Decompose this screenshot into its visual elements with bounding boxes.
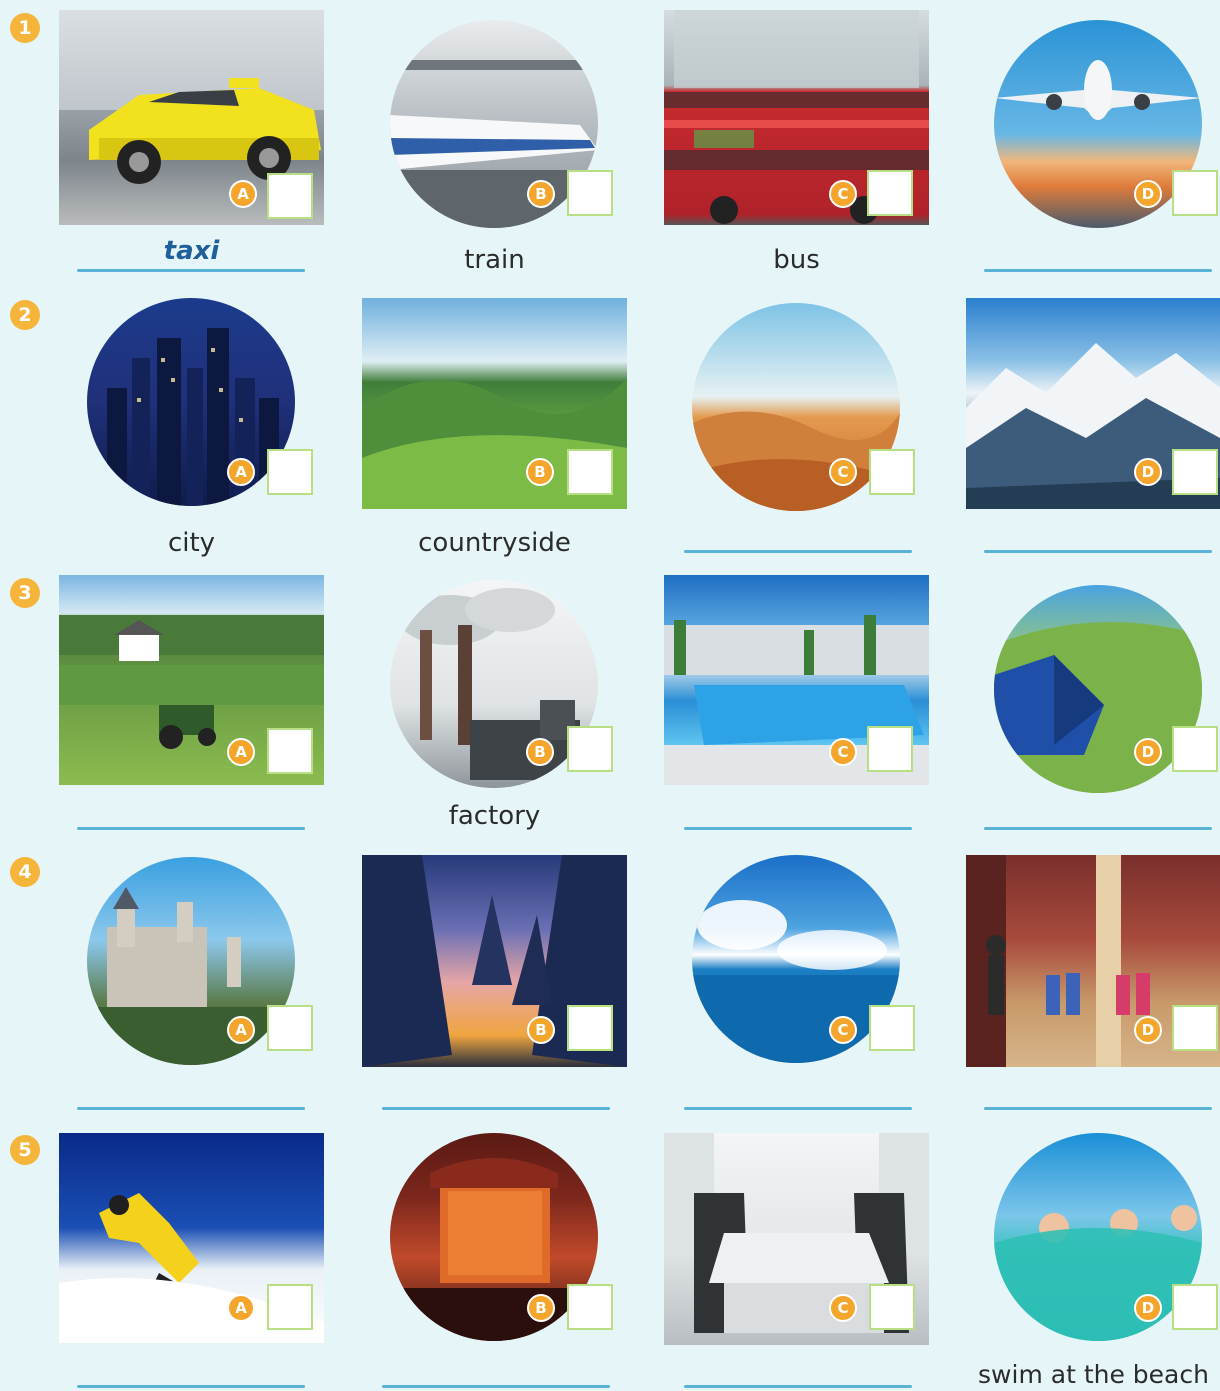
row-number-1: 1	[10, 13, 40, 43]
answer-line-3d[interactable]	[984, 827, 1212, 830]
answer-line-4b[interactable]	[382, 1107, 610, 1110]
option-badge-c: C	[829, 458, 857, 486]
caption-1c: bus	[773, 245, 820, 275]
answer-box-2a[interactable]	[267, 449, 313, 495]
answer-line-4a[interactable]	[77, 1107, 305, 1110]
option-badge-c: C	[829, 180, 857, 208]
answer-box-5b[interactable]	[567, 1284, 613, 1330]
option-badge-a: A	[227, 738, 255, 766]
castle-illustration	[87, 887, 295, 1065]
answer-line-5a[interactable]	[77, 1385, 305, 1388]
option-badge-a: A	[229, 180, 257, 208]
airplane-illustration	[994, 60, 1202, 120]
camping-image	[994, 585, 1202, 793]
answer-line-4c[interactable]	[684, 1107, 912, 1110]
option-badge-a: A	[227, 1294, 255, 1322]
answer-box-3d[interactable]	[1172, 726, 1218, 772]
row-number-4: 4	[10, 857, 40, 887]
caption-5d: swim at the beach	[978, 1360, 1209, 1389]
answer-line-4d[interactable]	[984, 1107, 1212, 1110]
answer-line-2d[interactable]	[984, 550, 1212, 553]
option-badge-b: B	[526, 458, 554, 486]
answer-box-4d[interactable]	[1172, 1005, 1218, 1051]
answer-box-1a[interactable]	[267, 173, 313, 219]
caption-2a: city	[167, 528, 216, 558]
row-number-5: 5	[10, 1135, 40, 1165]
answer-box-4b[interactable]	[567, 1005, 613, 1051]
answer-box-3a[interactable]	[267, 728, 313, 774]
caption-3b: factory	[448, 801, 541, 831]
answer-line-5b[interactable]	[382, 1385, 610, 1388]
row-number-2: 2	[10, 300, 40, 330]
answer-box-1c[interactable]	[867, 170, 913, 216]
answer-box-3c[interactable]	[867, 726, 913, 772]
option-badge-d: D	[1134, 1294, 1162, 1322]
answer-line-1d[interactable]	[984, 269, 1212, 272]
option-badge-b: B	[526, 738, 554, 766]
caption-1a: taxi	[163, 236, 220, 266]
option-badge-c: C	[829, 738, 857, 766]
camping-illustration	[994, 622, 1202, 793]
option-badge-c: C	[829, 1016, 857, 1044]
answer-line-3c[interactable]	[684, 827, 912, 830]
answer-box-2b[interactable]	[567, 449, 613, 495]
answer-line-1a[interactable]	[77, 269, 305, 272]
option-badge-a: A	[227, 1016, 255, 1044]
option-badge-c: C	[829, 1294, 857, 1322]
row-number-3: 3	[10, 578, 40, 608]
answer-box-1d[interactable]	[1172, 170, 1218, 216]
option-badge-b: B	[527, 1016, 555, 1044]
answer-box-1b[interactable]	[567, 170, 613, 216]
answer-box-4c[interactable]	[869, 1005, 915, 1051]
answer-box-5c[interactable]	[869, 1284, 915, 1330]
caption-2b: countryside	[418, 528, 571, 558]
swimming-illustration	[994, 1205, 1202, 1341]
option-badge-d: D	[1134, 458, 1162, 486]
answer-box-4a[interactable]	[267, 1005, 313, 1051]
answer-line-5c[interactable]	[684, 1385, 912, 1388]
swimming-image	[994, 1133, 1202, 1341]
option-badge-d: D	[1134, 738, 1162, 766]
answer-line-2c[interactable]	[684, 550, 912, 553]
answer-box-5a[interactable]	[267, 1284, 313, 1330]
option-badge-d: D	[1134, 1016, 1162, 1044]
option-badge-a: A	[227, 458, 255, 486]
castle-image	[87, 857, 295, 1065]
option-badge-b: B	[527, 1294, 555, 1322]
city-illustration	[107, 328, 279, 506]
option-badge-d: D	[1134, 180, 1162, 208]
answer-box-2c[interactable]	[869, 449, 915, 495]
city-image	[87, 298, 295, 506]
caption-1b: train	[464, 245, 525, 275]
answer-box-3b[interactable]	[567, 726, 613, 772]
option-badge-b: B	[527, 180, 555, 208]
answer-box-2d[interactable]	[1172, 449, 1218, 495]
answer-box-5d[interactable]	[1172, 1284, 1218, 1330]
answer-line-3a[interactable]	[77, 827, 305, 830]
airplane-image	[994, 20, 1202, 228]
